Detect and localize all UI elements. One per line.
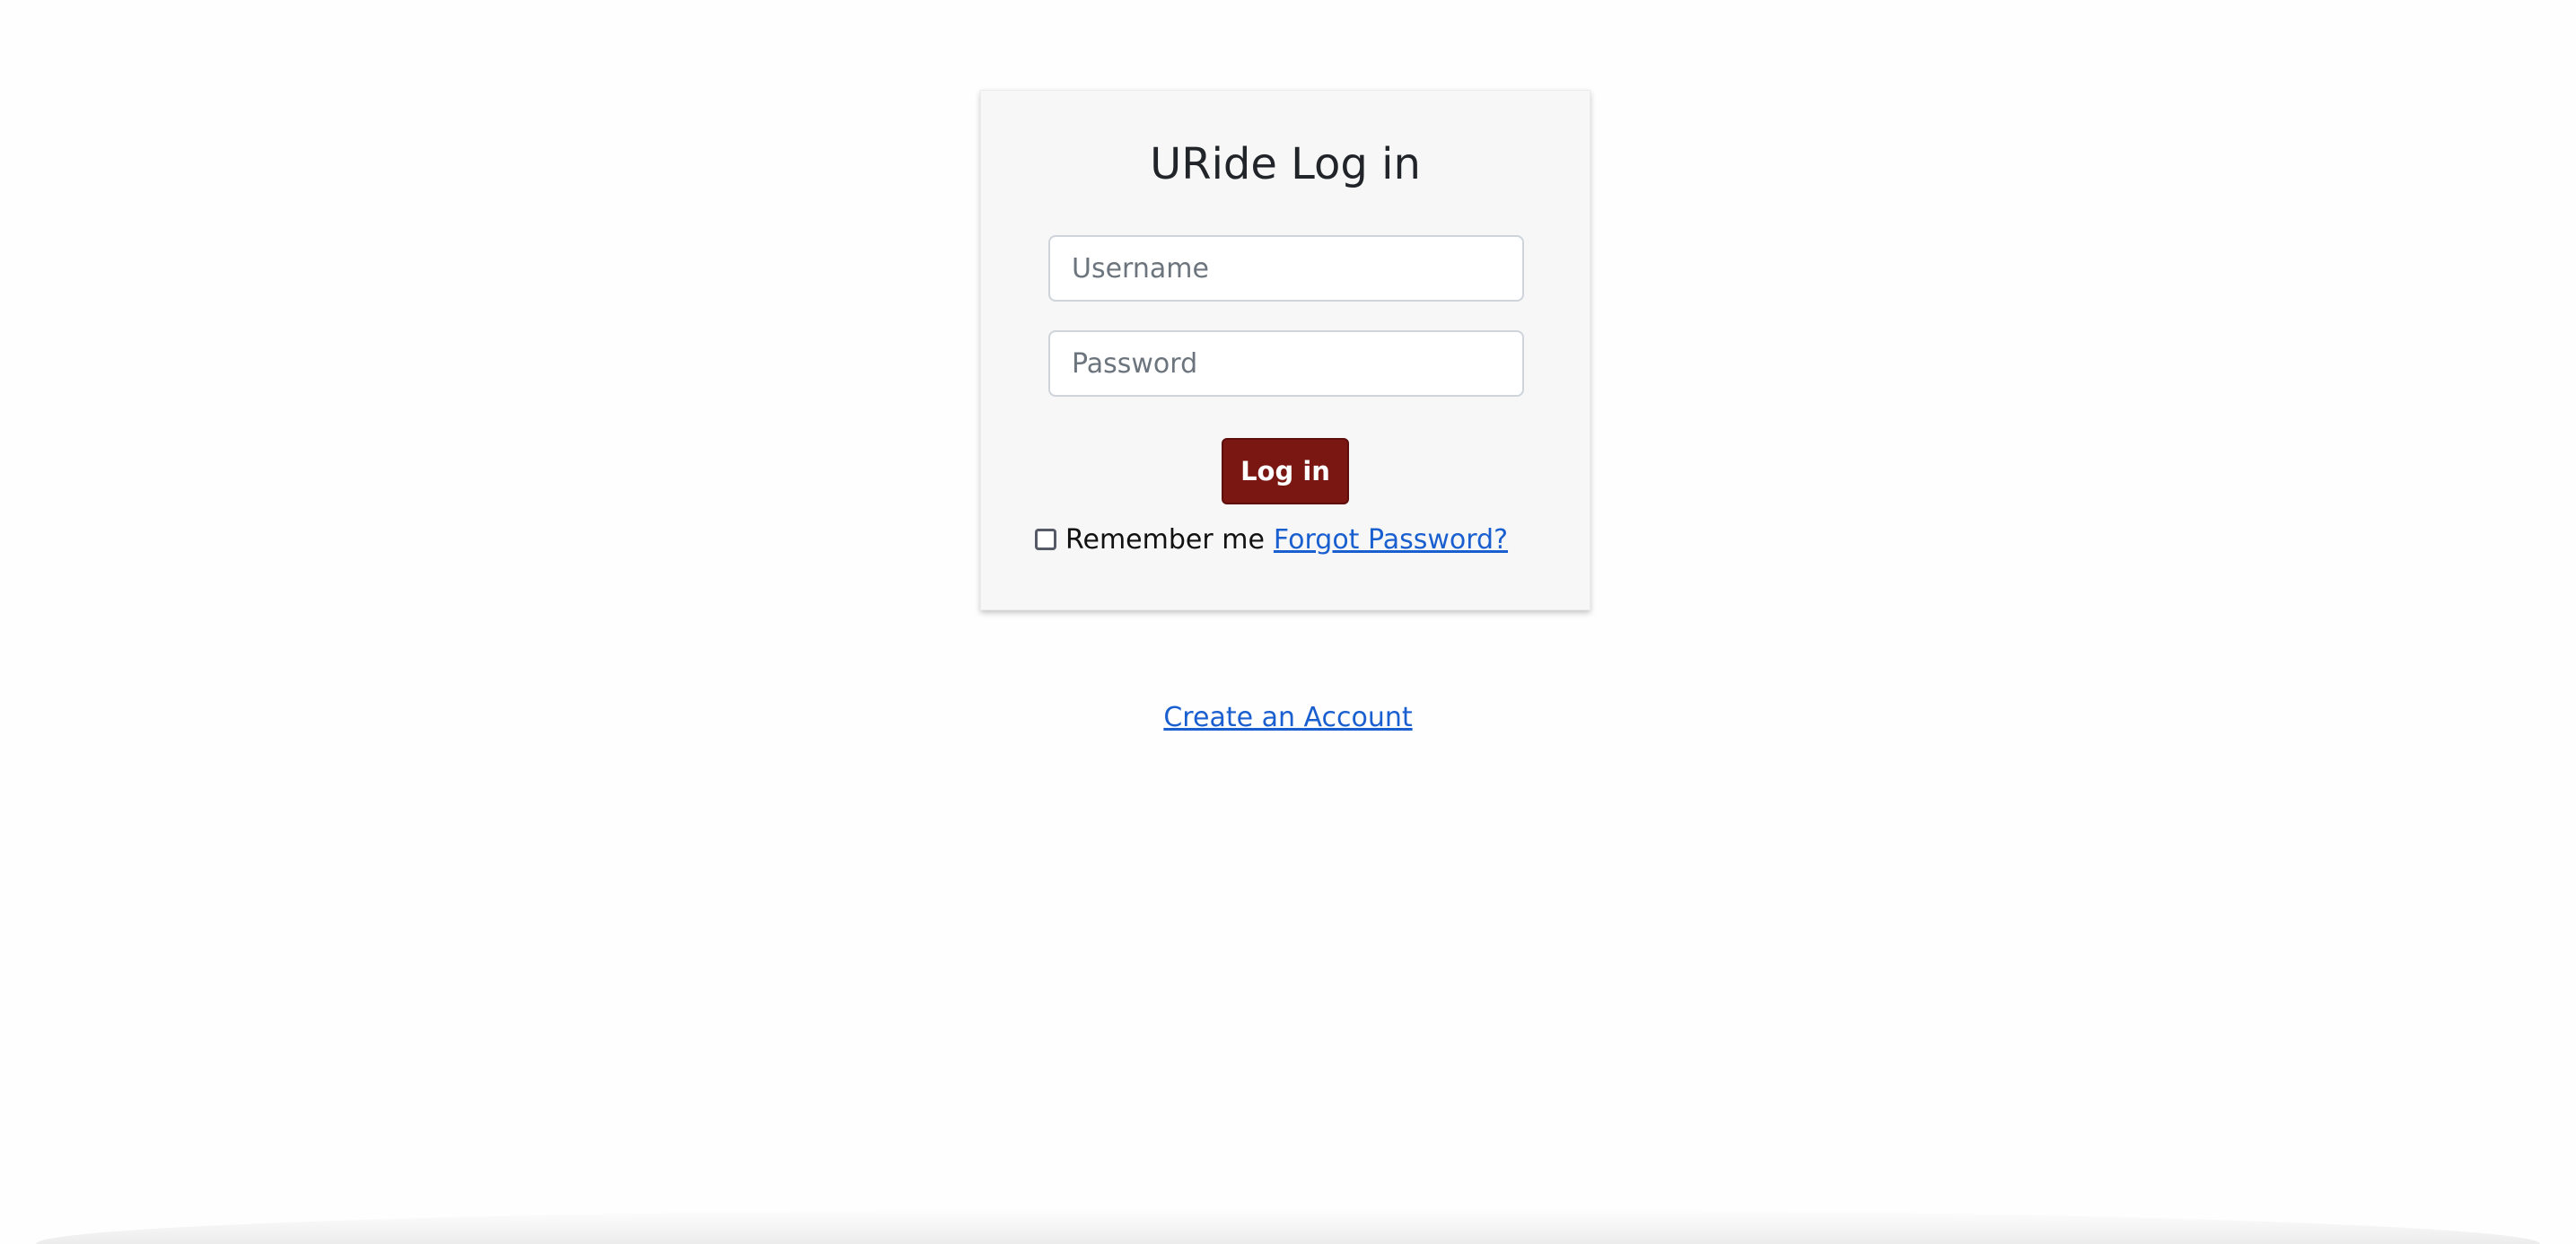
remember-row: Remember me Forgot Password? bbox=[1035, 521, 1508, 557]
page-title: URide Log in bbox=[1150, 139, 1421, 189]
remember-me-label: Remember me bbox=[1065, 523, 1265, 556]
create-account-link[interactable]: Create an Account bbox=[1163, 702, 1412, 733]
login-card: URide Log in Log in Remember me Forgot P… bbox=[980, 90, 1590, 610]
login-page: URide Log in Log in Remember me Forgot P… bbox=[0, 0, 2576, 1244]
username-input[interactable] bbox=[1048, 235, 1524, 302]
forgot-password-link[interactable]: Forgot Password? bbox=[1274, 524, 1508, 556]
window-bottom-shadow bbox=[36, 1208, 2540, 1244]
password-input[interactable] bbox=[1048, 330, 1524, 397]
login-button[interactable]: Log in bbox=[1222, 438, 1349, 504]
remember-me-checkbox[interactable] bbox=[1035, 529, 1056, 550]
create-account-row: Create an Account bbox=[0, 702, 2576, 733]
